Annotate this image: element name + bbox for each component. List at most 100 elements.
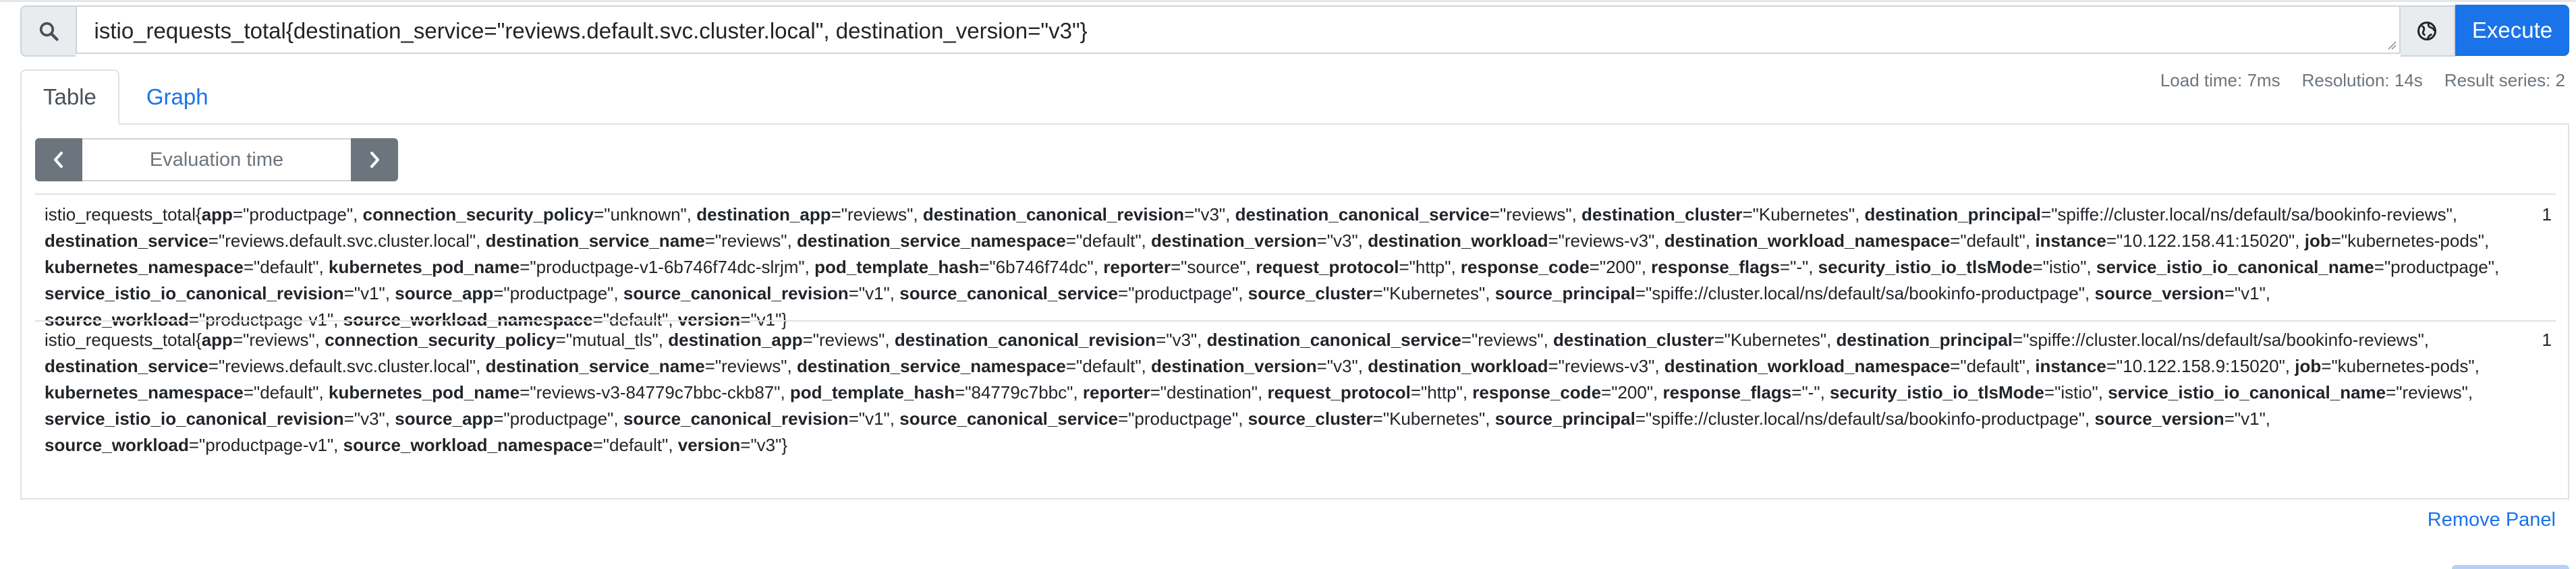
expression-input[interactable]: istio_requests_total{destination_service… xyxy=(75,5,2401,54)
resize-handle-icon[interactable] xyxy=(2387,40,2397,50)
expression-text: istio_requests_total{destination_service… xyxy=(94,18,1088,43)
evaluation-time-input[interactable]: Evaluation time xyxy=(82,138,351,181)
label-value: ="Kubernetes", xyxy=(1372,409,1495,429)
series-value: 1 xyxy=(2542,204,2552,224)
label-value: ="-", xyxy=(1779,257,1818,277)
label-key: response_code xyxy=(1472,382,1602,402)
label-value: ="productpage-v1-6b746f74dc-slrjm", xyxy=(520,257,815,277)
load-time: Load time: 7ms xyxy=(2160,70,2280,90)
query-bar: istio_requests_total{destination_service… xyxy=(20,5,2569,57)
label-value: ="http", xyxy=(1399,257,1461,277)
label-key: destination_canonical_revision xyxy=(894,330,1156,350)
add-panel-button[interactable] xyxy=(2452,565,2569,569)
chevron-right-icon xyxy=(370,152,379,168)
label-key: source_app xyxy=(395,283,494,303)
label-key: source_version xyxy=(2094,409,2224,429)
label-value: ="spiffe://cluster.local/ns/default/sa/b… xyxy=(1635,409,2095,429)
label-key: destination_service_namespace xyxy=(796,356,1066,376)
resolution: Resolution: 14s xyxy=(2301,70,2423,90)
label-key: response_flags xyxy=(1662,382,1792,402)
metric-name: istio_requests_total{ xyxy=(45,330,202,350)
label-value: ="default", xyxy=(592,435,678,455)
label-key: reporter xyxy=(1103,257,1171,277)
label-value: ="v3", xyxy=(1316,231,1368,251)
label-key: kubernetes_namespace xyxy=(45,382,244,402)
label-value: ="default", xyxy=(1065,356,1151,376)
query-stats: Load time: 7ms Resolution: 14s Result se… xyxy=(2160,70,2565,91)
label-key: source_cluster xyxy=(1248,409,1373,429)
label-key: service_istio_io_canonical_name xyxy=(2108,382,2386,402)
label-key: destination_cluster xyxy=(1581,204,1743,224)
label-value: ="istio", xyxy=(2044,382,2108,402)
label-key: instance xyxy=(2035,356,2106,376)
label-value: ="productpage-v1", xyxy=(188,435,343,455)
label-key: kubernetes_pod_name xyxy=(328,382,520,402)
label-value: ="kubernetes-pods", xyxy=(2321,356,2480,376)
label-key: kubernetes_pod_name xyxy=(328,257,520,277)
label-value: ="productpage", xyxy=(2374,257,2500,277)
label-value: ="reviews-v3", xyxy=(1548,231,1664,251)
label-key: source_cluster xyxy=(1248,283,1373,303)
label-value: ="reviews.default.svc.cluster.local", xyxy=(208,356,486,376)
label-key: destination_service_name xyxy=(485,231,705,251)
search-icon-button[interactable] xyxy=(20,5,76,57)
label-key: kubernetes_namespace xyxy=(45,257,244,277)
label-key: destination_service_namespace xyxy=(796,231,1066,251)
label-value: ="reviews", xyxy=(2386,382,2473,402)
label-key: destination_service xyxy=(45,356,208,376)
label-key: source_principal xyxy=(1494,283,1635,303)
label-value: ="v3" xyxy=(740,435,782,455)
metrics-explorer-button[interactable] xyxy=(2400,5,2456,57)
label-value: ="v1", xyxy=(2224,409,2271,429)
label-value: ="default", xyxy=(1950,356,2036,376)
label-key: destination_canonical_revision xyxy=(922,204,1185,224)
next-time-button[interactable] xyxy=(351,138,398,181)
series-labels: istio_requests_total{app="productpage", … xyxy=(45,202,2514,333)
label-key: source_workload xyxy=(45,435,189,455)
label-value: ="reviews-v3", xyxy=(1548,356,1664,376)
label-key: destination_version xyxy=(1151,231,1317,251)
label-key: security_istio_io_tlsMode xyxy=(1830,382,2044,402)
row-divider xyxy=(35,193,2556,195)
label-value: ="kubernetes-pods", xyxy=(2330,231,2490,251)
label-key: destination_workload xyxy=(1368,231,1548,251)
label-key: job xyxy=(2295,356,2322,376)
label-key: job xyxy=(2304,231,2331,251)
previous-time-button[interactable] xyxy=(35,138,82,181)
label-value: ="default", xyxy=(1950,231,2036,251)
label-value: ="10.122.158.9:15020", xyxy=(2106,356,2295,376)
series-value: 1 xyxy=(2542,330,2552,350)
closing-brace: } xyxy=(781,435,788,455)
label-key: connection_security_policy xyxy=(362,204,594,224)
label-value: ="v1", xyxy=(2224,283,2271,303)
label-value: ="reviews", xyxy=(1461,330,1554,350)
label-value: ="reviews", xyxy=(802,330,895,350)
label-key: app xyxy=(201,204,233,224)
top-divider xyxy=(0,0,2576,2)
label-key: security_istio_io_tlsMode xyxy=(1818,257,2033,277)
label-key: response_flags xyxy=(1651,257,1780,277)
label-value: ="200", xyxy=(1589,257,1652,277)
label-value: ="mutual_tls", xyxy=(555,330,669,350)
execute-button[interactable]: Execute xyxy=(2455,5,2569,56)
label-value: ="reviews", xyxy=(704,231,797,251)
series-labels: istio_requests_total{app="reviews", conn… xyxy=(45,327,2514,458)
label-key: source_app xyxy=(395,409,494,429)
tab-graph[interactable]: Graph xyxy=(119,69,230,125)
label-key: destination_principal xyxy=(1864,204,2042,224)
label-value: ="destination", xyxy=(1150,382,1268,402)
table-row: istio_requests_total{app="reviews", conn… xyxy=(45,327,2554,458)
label-value: ="200", xyxy=(1601,382,1663,402)
label-value: ="v3", xyxy=(343,409,395,429)
label-value: ="source", xyxy=(1170,257,1256,277)
tab-table[interactable]: Table xyxy=(20,69,119,125)
label-key: response_code xyxy=(1460,257,1590,277)
label-value: ="v3", xyxy=(1316,356,1368,376)
remove-panel-link[interactable]: Remove Panel xyxy=(2428,509,2556,531)
label-key: destination_canonical_service xyxy=(1235,204,1490,224)
label-value: ="default", xyxy=(1065,231,1151,251)
label-value: ="reviews", xyxy=(704,356,797,376)
label-key: request_protocol xyxy=(1267,382,1411,402)
label-key: source_canonical_service xyxy=(899,409,1119,429)
tab-bar: Table Graph xyxy=(20,69,230,125)
